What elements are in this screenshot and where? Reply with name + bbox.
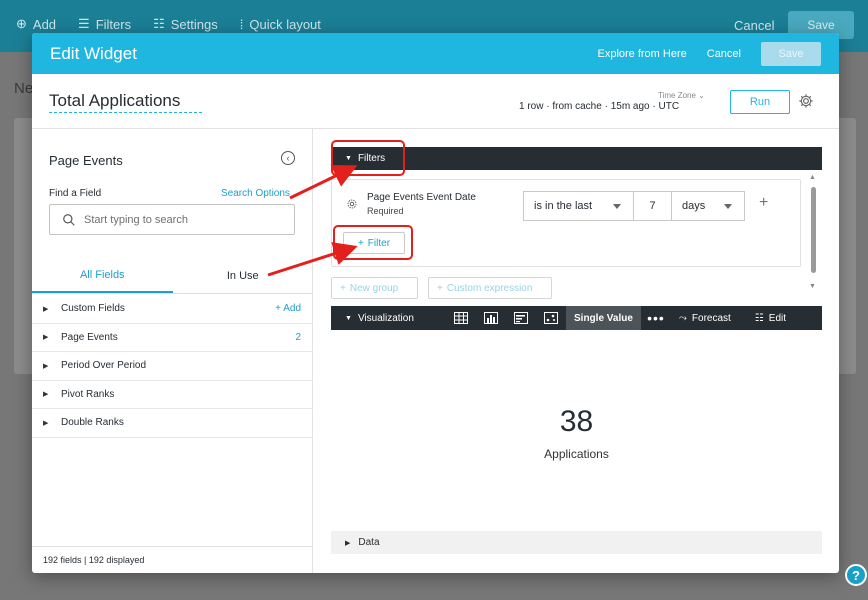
field-search — [49, 204, 295, 235]
chevron-down-icon: ⌄ — [698, 91, 705, 100]
gear-icon[interactable] — [346, 198, 358, 210]
plus-icon: + — [437, 282, 443, 294]
add-custom-field-link[interactable]: + Add — [275, 303, 301, 314]
forecast-icon: ⤳ — [678, 312, 687, 324]
filter-field-name: Page Events Event Date — [367, 192, 476, 203]
cancel-button[interactable]: Cancel — [707, 48, 741, 60]
modal-actions: Explore from Here Cancel Save — [597, 33, 821, 74]
query-info: 1 row · from cache · 15m ago · UTC — [519, 101, 680, 112]
tab-in-use[interactable]: In Use — [173, 259, 314, 293]
plus-circle-icon: ⊕ — [16, 16, 27, 31]
help-button[interactable]: ? — [845, 564, 867, 586]
filters-tool: ☰ Filters — [78, 16, 132, 32]
query-panel: ▼ Filters Page Events Event Date Require… — [314, 129, 839, 573]
caret-right-icon: ▶ — [43, 419, 49, 427]
modal-title: Edit Widget — [50, 43, 137, 63]
tab-all-fields[interactable]: All Fields — [32, 259, 173, 293]
chevron-down-icon — [613, 204, 621, 209]
field-group-custom-fields[interactable]: ▶ Custom Fields + Add — [32, 295, 313, 324]
caret-right-icon: ▶ — [43, 334, 49, 342]
field-tabs: All Fields In Use — [32, 259, 313, 294]
table-icon[interactable] — [446, 306, 476, 330]
field-count-footer: 192 fields | 192 displayed — [32, 546, 313, 573]
filter-operator-select[interactable]: is in the last — [523, 191, 634, 221]
run-button[interactable]: Run — [730, 90, 790, 114]
add-tool: ⊕ Add — [16, 16, 57, 32]
scroll-down-icon[interactable]: ▼ — [809, 283, 816, 290]
sliders-icon: ☷ — [153, 16, 165, 31]
search-icon — [63, 213, 75, 226]
sliders-icon: ☷ — [754, 312, 764, 324]
filter-unit-select[interactable]: days — [672, 191, 745, 221]
caret-down-icon: ▼ — [345, 314, 352, 322]
annotation-filter-button-highlight — [333, 225, 413, 260]
filter-value-input[interactable]: 7 — [634, 191, 672, 221]
caret-right-icon: ▶ — [345, 539, 351, 547]
new-group-button[interactable]: + New group — [331, 277, 418, 299]
bar-chart-icon[interactable] — [476, 306, 506, 330]
in-use-count: 2 — [295, 331, 301, 343]
find-field-label: Find a Field — [49, 188, 102, 199]
field-group-pivot-ranks[interactable]: ▶ Pivot Ranks — [32, 381, 313, 409]
edit-visualization-button[interactable]: ☷ Edit — [755, 313, 786, 324]
chevron-down-icon — [724, 204, 732, 209]
modal-header: Edit Widget Explore from Here Cancel Sav… — [32, 33, 839, 74]
background-title: Ne — [14, 80, 34, 97]
filters-scrollbar[interactable] — [811, 187, 816, 273]
widget-title-input[interactable]: Total Applications — [49, 91, 202, 113]
collapse-panel-icon[interactable]: ‹ — [281, 151, 295, 165]
caret-right-icon: ▶ — [43, 362, 49, 370]
search-options-link[interactable]: Search Options — [221, 188, 290, 199]
single-value-type[interactable]: Single Value — [566, 306, 641, 330]
filter-required-label: Required — [367, 206, 404, 216]
grid-dots-icon: ⁞ — [239, 16, 244, 32]
save-button[interactable]: Save — [761, 41, 821, 66]
visualization-header[interactable]: ▼ Visualization — [331, 313, 446, 324]
annotation-filters-highlight — [331, 140, 405, 176]
column-chart-icon[interactable] — [506, 306, 536, 330]
filter-icon: ☰ — [78, 16, 90, 31]
background-cancel: Cancel — [734, 18, 775, 33]
search-input[interactable] — [84, 213, 284, 226]
caret-right-icon: ▶ — [43, 391, 49, 399]
field-group-double-ranks[interactable]: ▶ Double Ranks — [32, 409, 313, 438]
gear-icon[interactable] — [798, 93, 814, 109]
plus-icon: + — [340, 282, 346, 294]
single-value-number: 38 — [559, 405, 594, 438]
field-group-page-events[interactable]: ▶ Page Events 2 — [32, 324, 313, 352]
visualization-bar: ▼ Visualization Single Value ••• ⤳ Forecas… — [331, 306, 822, 330]
field-group-period-over-period[interactable]: ▶ Period Over Period — [32, 352, 313, 381]
field-picker-panel: Page Events ‹ Find a Field Search Option… — [32, 129, 313, 573]
forecast-button[interactable]: ⤳ Forecast — [679, 313, 731, 324]
edit-widget-modal: Edit Widget Explore from Here Cancel Sav… — [32, 33, 839, 573]
quick-layout-tool: ⁞ Quick layout — [239, 16, 321, 32]
more-icon[interactable]: ••• — [641, 310, 671, 326]
scroll-up-icon[interactable]: ▲ — [809, 174, 816, 181]
explore-title: Page Events — [49, 153, 123, 168]
widget-title-row: Total Applications Time Zone ⌄ 1 row · f… — [32, 74, 839, 129]
custom-expression-button[interactable]: + Custom expression — [428, 277, 552, 299]
caret-right-icon: ▶ — [43, 305, 49, 313]
settings-tool: ☷ Settings — [153, 16, 218, 32]
scatter-icon[interactable] — [536, 306, 566, 330]
single-value-label: Applications — [544, 447, 609, 461]
add-condition-icon[interactable]: + — [759, 194, 768, 212]
data-section-header[interactable]: ▶ Data — [331, 531, 822, 554]
explore-from-here-link[interactable]: Explore from Here — [597, 48, 686, 60]
timezone-selector[interactable]: Time Zone ⌄ — [658, 91, 705, 100]
field-list: ▶ Custom Fields + Add ▶ Page Events 2 ▶ Perio… — [32, 295, 313, 438]
background-toolbar: ⊕ Add ☰ Filters ☷ Settings ⁞ Quick layout — [16, 16, 321, 32]
